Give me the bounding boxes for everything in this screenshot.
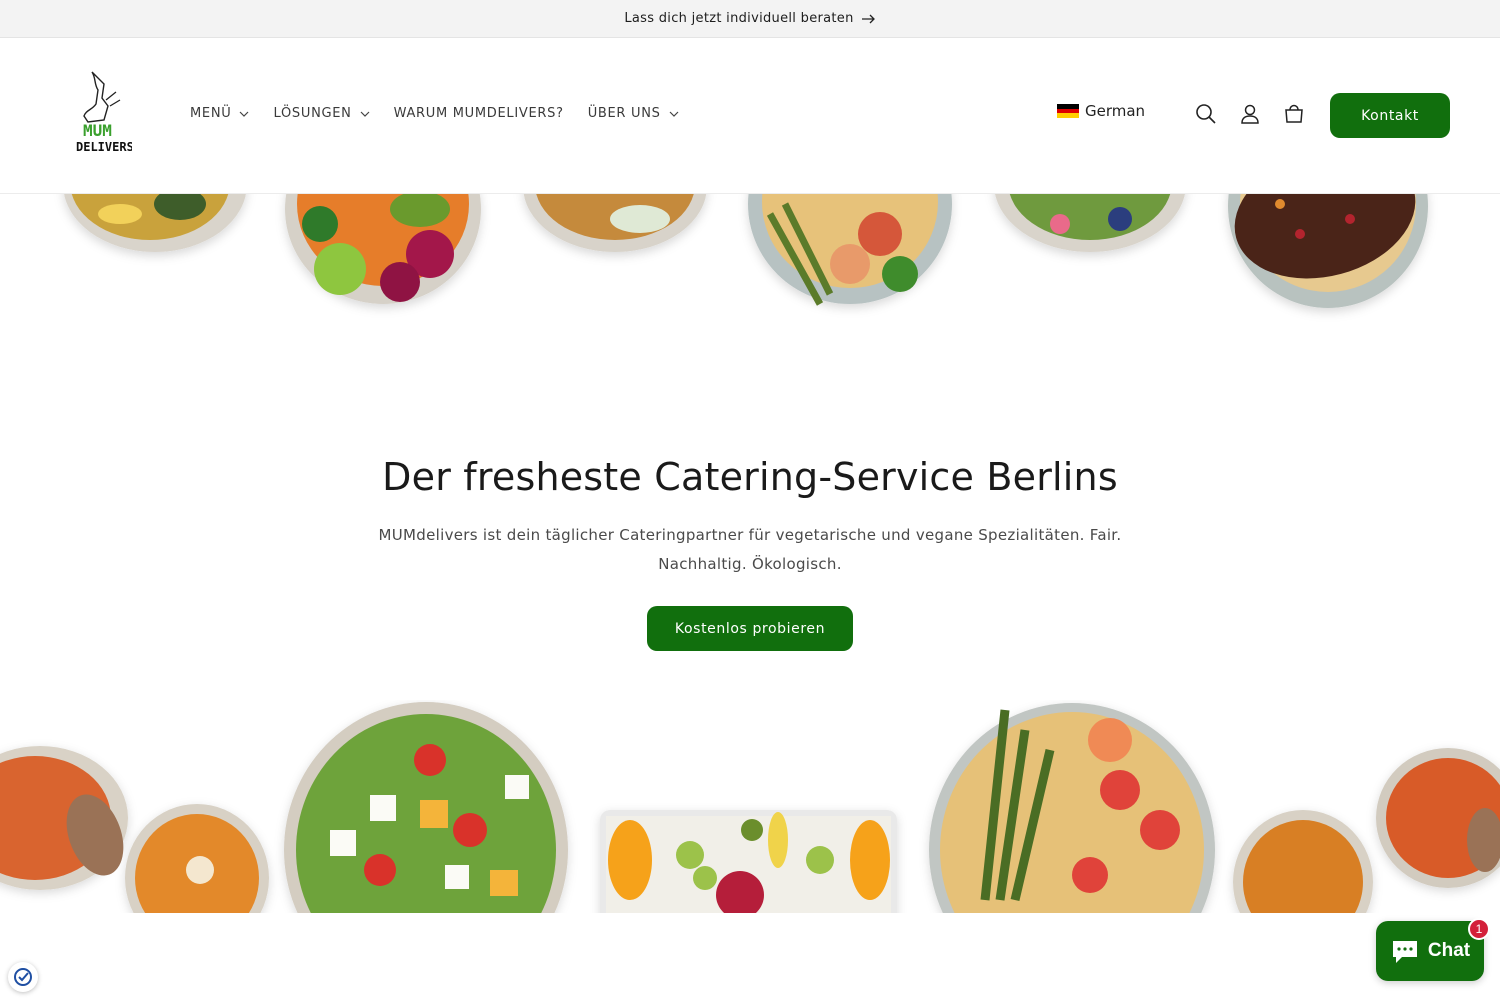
chat-label: Chat bbox=[1427, 940, 1471, 961]
search-icon[interactable] bbox=[1195, 103, 1217, 125]
privacy-settings-button[interactable] bbox=[8, 962, 38, 992]
main-nav: MENÜ LÖSUNGEN WARUM MUMDELIVERS? ÜBER UN… bbox=[190, 106, 679, 121]
nav-item-loesungen[interactable]: LÖSUNGEN bbox=[273, 106, 370, 121]
header-icons bbox=[1195, 103, 1305, 125]
nav-item-label: WARUM MUMDELIVERS? bbox=[393, 106, 564, 121]
chat-bubble-icon bbox=[1392, 941, 1417, 963]
nav-item-ueber-uns[interactable]: ÜBER UNS bbox=[588, 106, 679, 121]
food-strip-bottom bbox=[0, 700, 1500, 913]
hero-subtitle: MUMdelivers ist dein täglicher Cateringp… bbox=[378, 526, 1122, 573]
cart-icon[interactable] bbox=[1283, 103, 1305, 125]
logo-line1: MUM bbox=[83, 121, 112, 140]
food-bowls-bottom-image bbox=[0, 702, 1500, 913]
shield-check-icon bbox=[14, 968, 32, 986]
contact-button[interactable]: Kontakt bbox=[1330, 93, 1450, 138]
nav-item-label: MENÜ bbox=[190, 106, 232, 121]
try-free-button[interactable]: Kostenlos probieren bbox=[647, 606, 853, 651]
logo-line2: DELIVERS bbox=[76, 140, 132, 154]
logo-mark: MUM DELIVERS bbox=[76, 71, 134, 154]
nav-item-label: LÖSUNGEN bbox=[273, 106, 352, 121]
arrow-right-icon bbox=[861, 14, 875, 23]
chat-badge: 1 bbox=[1468, 918, 1490, 940]
chevron-down-icon bbox=[669, 111, 679, 117]
language-label: German bbox=[1085, 102, 1146, 120]
hero-title: Der fresheste Catering-Service Berlins bbox=[382, 455, 1118, 499]
announcement-link[interactable]: Lass dich jetzt individuell beraten bbox=[624, 11, 875, 26]
account-icon[interactable] bbox=[1239, 103, 1261, 125]
chevron-down-icon bbox=[360, 111, 370, 117]
announcement-text: Lass dich jetzt individuell beraten bbox=[624, 11, 854, 26]
announcement-bar: Lass dich jetzt individuell beraten bbox=[0, 0, 1500, 38]
nav-item-warum[interactable]: WARUM MUMDELIVERS? bbox=[394, 106, 564, 121]
food-bowls-top-image bbox=[64, 194, 1428, 308]
language-selector[interactable]: German bbox=[1057, 102, 1145, 120]
nav-item-menu[interactable]: MENÜ bbox=[190, 106, 249, 121]
hero-section: Der fresheste Catering-Service Berlins M… bbox=[0, 455, 1500, 579]
food-strip-top bbox=[0, 194, 1500, 324]
site-header: MUM DELIVERS MENÜ LÖSUNGEN WARUM MUMDELI… bbox=[0, 38, 1500, 194]
german-flag-icon bbox=[1057, 104, 1079, 119]
logo[interactable]: MUM DELIVERS bbox=[70, 70, 134, 156]
chevron-down-icon bbox=[240, 111, 249, 117]
nav-item-label: ÜBER UNS bbox=[587, 106, 661, 121]
